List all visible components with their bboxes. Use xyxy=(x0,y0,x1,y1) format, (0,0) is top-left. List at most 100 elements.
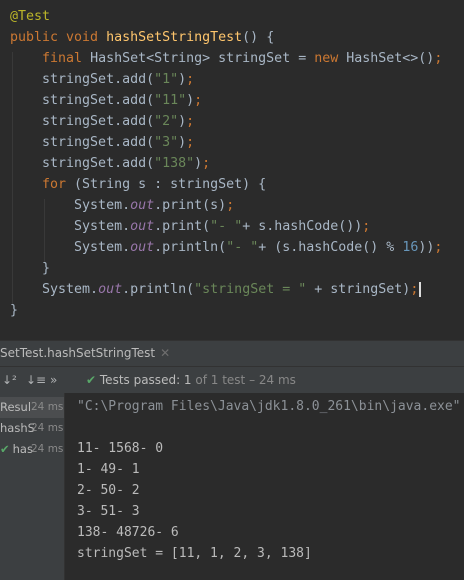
code-token: .println( xyxy=(154,240,227,255)
check-icon: ✔ xyxy=(86,373,97,387)
code-token: ) xyxy=(178,114,187,129)
code-token: )) xyxy=(418,240,435,255)
code-token: HashSet<String> stringSet = xyxy=(90,51,315,66)
test-name: Resul xyxy=(0,400,32,414)
code-token: stringSet.add( xyxy=(10,156,155,171)
code-token: ; xyxy=(410,282,419,297)
code-token: ; xyxy=(226,198,235,213)
test-runner-toolbar: ↓² ↓≡ » ✔ Tests passed: 1 of 1 test – 24… xyxy=(0,367,464,393)
code-token: ) xyxy=(194,156,203,171)
console-output-line: 1- 49- 1 xyxy=(77,462,140,477)
code-line[interactable]: stringSet.add("3"); xyxy=(10,132,194,153)
code-token: stringSet.add( xyxy=(10,72,155,87)
code-token: stringSet.add( xyxy=(10,114,155,129)
code-line[interactable]: stringSet.add("11"); xyxy=(10,90,202,111)
code-line[interactable]: System.out.println("stringSet = " + stri… xyxy=(10,279,422,300)
code-token: ; xyxy=(186,135,195,150)
code-token: out xyxy=(98,282,123,297)
code-token: .print(s) xyxy=(154,198,227,213)
run-tab-bar: SetTest.hashSetStringTest ✕ xyxy=(0,341,464,367)
code-token: } xyxy=(10,303,19,318)
test-results-tree: Resul 24 ms hashS 24 ms ✔ has 24 ms xyxy=(0,393,65,580)
console-output[interactable]: "C:\Program Files\Java\jdk1.8.0_261\bin\… xyxy=(65,393,464,580)
code-token: + stringSet) xyxy=(306,282,411,297)
code-token: "stringSet = " xyxy=(194,282,307,297)
test-tree-row[interactable]: hashS 24 ms xyxy=(0,418,64,439)
code-token: ) xyxy=(178,72,187,87)
code-token: (String s : stringSet) { xyxy=(74,177,267,192)
code-line[interactable]: for (String s : stringSet) { xyxy=(10,174,266,195)
text-cursor xyxy=(419,281,422,297)
code-token: + s.hashCode()) xyxy=(242,219,363,234)
code-line[interactable]: stringSet.add("1"); xyxy=(10,69,194,90)
console-output-line: 11- 1568- 0 xyxy=(77,441,164,456)
code-line[interactable]: @Test xyxy=(10,6,50,27)
code-token: "- " xyxy=(226,240,259,255)
code-token: @Test xyxy=(10,9,51,24)
code-token: ) xyxy=(178,135,187,150)
code-line[interactable]: System.out.println("- "+ (s.hashCode() %… xyxy=(10,237,442,258)
passed-count: 1 xyxy=(183,373,192,387)
code-token: ; xyxy=(434,240,443,255)
test-tree-row[interactable]: Resul 24 ms xyxy=(0,397,64,418)
test-duration: 24 ms xyxy=(31,401,64,413)
console-command-line: "C:\Program Files\Java\jdk1.8.0_261\bin\… xyxy=(77,399,464,414)
code-token: ; xyxy=(202,156,211,171)
code-token: ) xyxy=(186,93,195,108)
code-token: out xyxy=(130,219,155,234)
code-token: final xyxy=(10,51,91,66)
code-line[interactable]: stringSet.add("138"); xyxy=(10,153,210,174)
test-tree-label: hashS xyxy=(0,418,35,439)
sort-by-duration-icon[interactable]: ↓≡ xyxy=(26,367,46,393)
code-token: for xyxy=(10,177,75,192)
code-token: "11" xyxy=(154,93,187,108)
run-tab-title: SetTest.hashSetStringTest xyxy=(0,346,156,360)
code-token: System. xyxy=(10,219,131,234)
close-icon[interactable]: ✕ xyxy=(160,346,170,360)
sort-alphabetically-icon[interactable]: ↓² xyxy=(2,367,17,393)
code-line[interactable]: System.out.print("- "+ s.hashCode()); xyxy=(10,216,370,237)
code-token: () { xyxy=(242,30,275,45)
test-name: hashS xyxy=(0,421,35,435)
code-token: ; xyxy=(186,114,195,129)
code-token: out xyxy=(130,198,155,213)
code-token: HashSet<>() xyxy=(346,51,435,66)
code-token: out xyxy=(130,240,155,255)
test-tree-label: ✔ has xyxy=(0,439,33,460)
code-token: ; xyxy=(362,219,371,234)
code-line[interactable]: } xyxy=(10,300,18,321)
code-token: ; xyxy=(194,93,203,108)
code-line[interactable]: } xyxy=(10,258,50,279)
check-icon: ✔ xyxy=(0,442,10,456)
code-token: ; xyxy=(186,72,195,87)
code-line[interactable]: stringSet.add("2"); xyxy=(10,111,194,132)
console-output-line: 138- 48726- 6 xyxy=(77,525,179,540)
code-editor[interactable]: @Test public void hashSetStringTest() { f… xyxy=(0,0,464,340)
code-token: "3" xyxy=(154,135,179,150)
code-token: stringSet.add( xyxy=(10,93,155,108)
code-token: new xyxy=(314,51,347,66)
code-line[interactable]: final HashSet<String> stringSet = new Ha… xyxy=(10,48,442,69)
code-token: public void xyxy=(10,30,107,45)
run-tab[interactable]: SetTest.hashSetStringTest ✕ xyxy=(0,341,170,366)
test-tree-row[interactable]: ✔ has 24 ms xyxy=(0,439,64,460)
test-name: has xyxy=(12,442,33,456)
code-token: "- " xyxy=(210,219,243,234)
code-token: hashSetStringTest xyxy=(106,30,243,45)
code-token: "2" xyxy=(154,114,179,129)
test-duration: 24 ms xyxy=(31,422,64,434)
test-duration: 24 ms xyxy=(31,443,64,455)
code-token: } xyxy=(10,261,51,276)
code-token: + (s.hashCode() % xyxy=(258,240,403,255)
code-token: .println( xyxy=(122,282,195,297)
code-token: 16 xyxy=(402,240,419,255)
code-token: "1" xyxy=(154,72,179,87)
status-prefix: Tests passed: xyxy=(99,373,184,387)
code-token: System. xyxy=(10,282,99,297)
code-line[interactable]: public void hashSetStringTest() { xyxy=(10,27,274,48)
code-line[interactable]: System.out.print(s); xyxy=(10,195,234,216)
code-token: stringSet.add( xyxy=(10,135,155,150)
status-suffix: of 1 test – 24 ms xyxy=(191,373,296,387)
more-options-icon[interactable]: » xyxy=(50,367,57,393)
console-output-line: stringSet = [11, 1, 2, 3, 138] xyxy=(77,546,312,561)
